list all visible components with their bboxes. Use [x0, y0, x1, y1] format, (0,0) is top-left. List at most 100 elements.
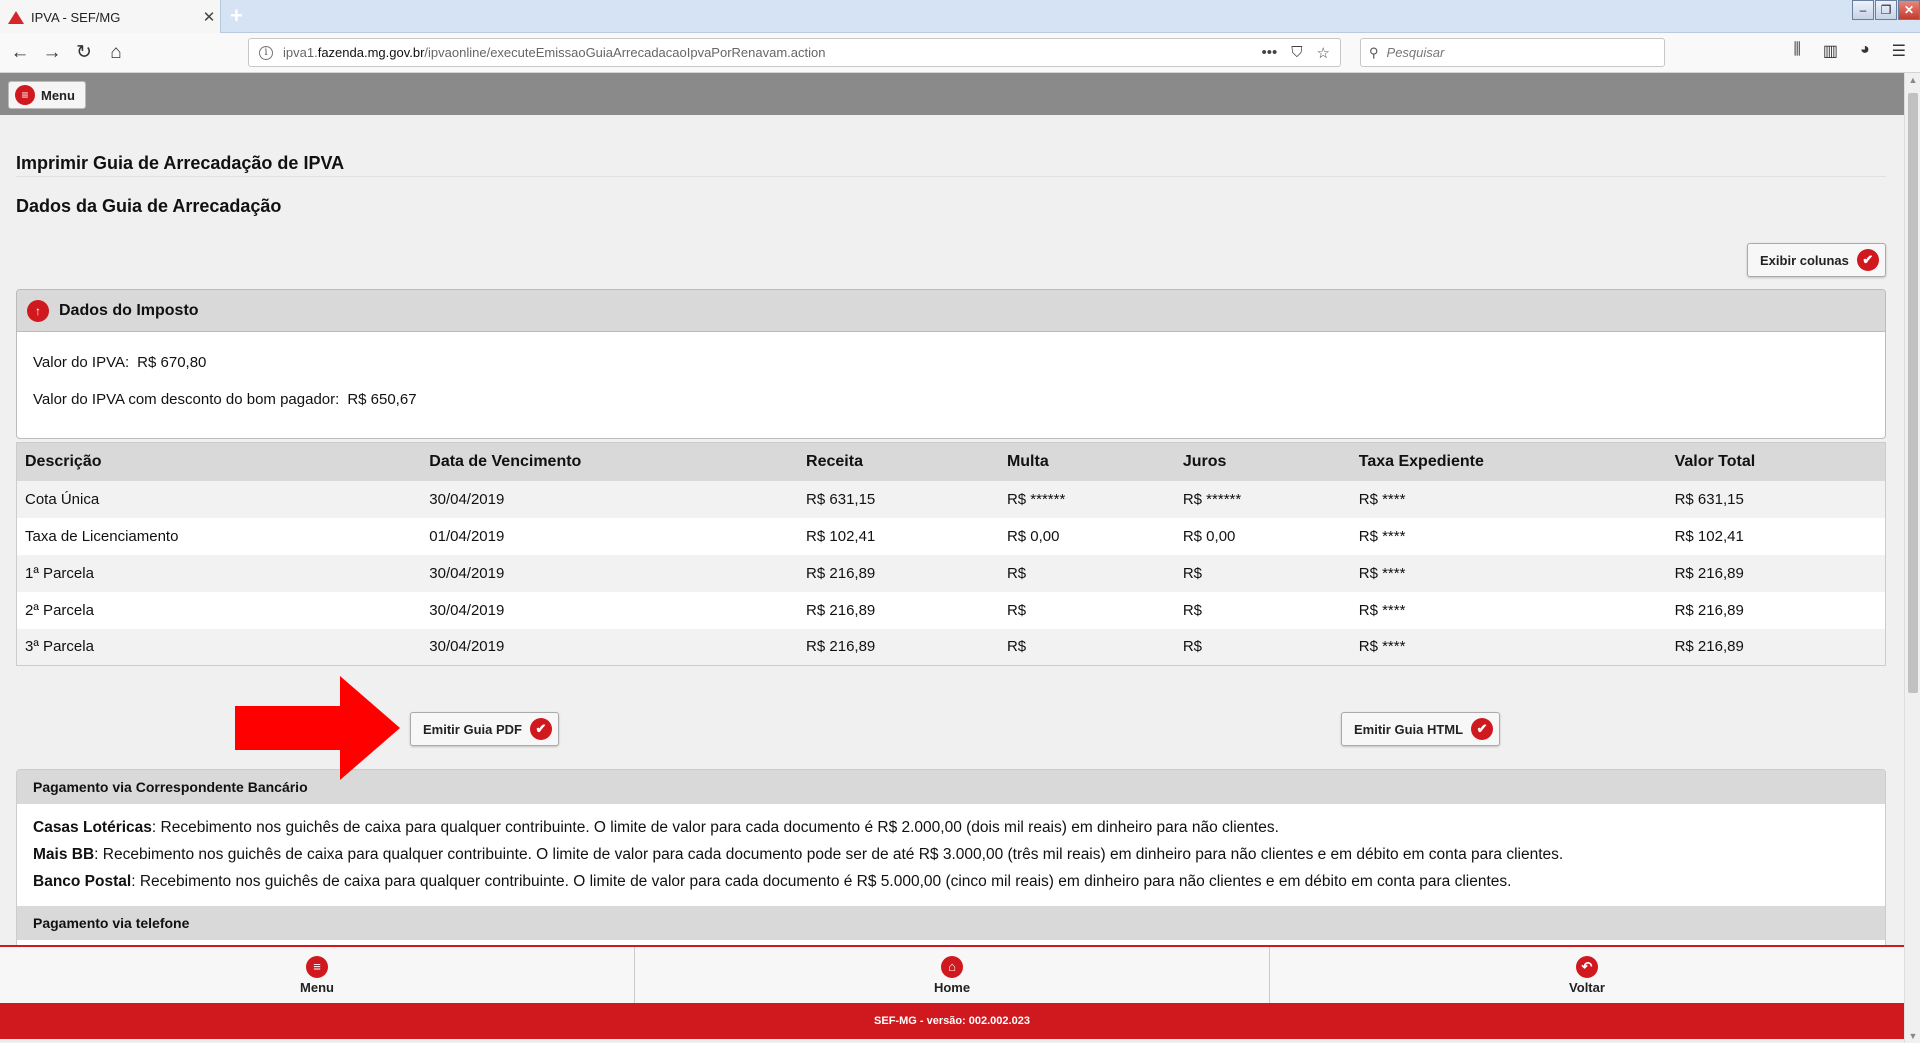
browser-tools: ⫼ ▥ ◕ ☰: [1793, 41, 1906, 61]
emitir-html-label: Emitir Guia HTML: [1354, 721, 1464, 737]
table-row: 1ª Parcela 30/04/2019 R$ 216,89 R$ R$ R$…: [16, 554, 1886, 592]
pagamento-item-name: Banco Postal: [33, 873, 132, 890]
page-scrollbar[interactable]: ▲ ▼: [1904, 73, 1920, 1043]
home-icon[interactable]: ⌂: [104, 41, 128, 65]
exibir-colunas-button[interactable]: Exibir colunas ✔: [1747, 243, 1886, 277]
table-cell: 3ª Parcela: [16, 628, 422, 666]
table-cell: R$ ****: [1350, 517, 1667, 555]
scroll-up-icon[interactable]: ▲: [1905, 75, 1920, 85]
table-row: 2ª Parcela 30/04/2019 R$ 216,89 R$ R$ R$…: [16, 591, 1886, 629]
extension-icon[interactable]: ◕: [1860, 41, 1870, 61]
search-input[interactable]: ⚲ Pesquisar: [1360, 38, 1665, 67]
minimize-icon[interactable]: –: [1852, 0, 1874, 20]
close-tab-icon[interactable]: ✕: [198, 8, 220, 26]
menu-icon: ≡: [306, 955, 328, 978]
search-icon: ⚲: [1369, 44, 1379, 60]
table-cell: R$ 631,15: [798, 480, 999, 518]
bookmark-star-icon[interactable]: ☆: [1317, 44, 1330, 62]
bottom-menu-button[interactable]: ≡ Menu: [0, 947, 635, 1003]
pagamento-item: Mais BB: Recebimento nos guichês de caix…: [33, 841, 1869, 868]
column-header[interactable]: Receita: [798, 442, 999, 481]
bottom-home-label: Home: [933, 979, 971, 995]
library-icon[interactable]: ⫼: [1793, 41, 1800, 61]
table-row: Taxa de Licenciamento 01/04/2019 R$ 102,…: [16, 517, 1886, 555]
restore-icon[interactable]: ❐: [1875, 0, 1897, 20]
app-header: ≡ Menu: [0, 73, 1904, 115]
check-icon: ✔: [1856, 249, 1879, 271]
bottom-home-button[interactable]: ⌂ Home: [635, 947, 1270, 1003]
navigation-toolbar: ← → ↻ ⌂ i ipva1. fazenda.mg.gov.br/ipvaon…: [0, 33, 1920, 73]
pagamento-item: Banco Postal: Recebimento nos guichês de…: [33, 868, 1869, 895]
column-header[interactable]: Taxa Expediente: [1350, 442, 1667, 481]
table-cell: R$: [1174, 591, 1351, 629]
guia-table: Descrição Data de Vencimento Receita Mul…: [16, 442, 1886, 666]
valor-ipva-value: R$ 670,80: [137, 354, 207, 371]
table-cell: R$ 216,89: [1666, 591, 1886, 629]
forward-icon[interactable]: →: [40, 41, 64, 65]
pagamento-item-name: Casas Lotéricas: [33, 819, 152, 836]
pagamento-item-text: : Recebimento nos guichês de caixa para …: [131, 873, 1512, 890]
reload-icon[interactable]: ↻: [72, 41, 96, 65]
url-prefix: ipva1.: [283, 45, 318, 60]
tab-strip: IPVA - SEF/MG ✕ + – ❐ ✕: [0, 0, 1920, 34]
close-window-icon[interactable]: ✕: [1898, 0, 1920, 20]
page-subtitle: Dados da Guia de Arrecadação: [16, 196, 282, 216]
table-cell: R$ 216,89: [798, 591, 999, 629]
table-cell: R$ 102,41: [1666, 517, 1886, 555]
table-cell: R$ 102,41: [798, 517, 999, 555]
scrollbar-thumb[interactable]: [1908, 93, 1918, 693]
collapse-up-icon: ↑: [27, 299, 49, 322]
menu-button[interactable]: ≡ Menu: [8, 81, 86, 109]
table-cell: R$ 0,00: [998, 517, 1175, 555]
table-cell: 30/04/2019: [421, 480, 799, 518]
pagamento-correspondente-body: Casas Lotéricas : Recebimento nos guichês…: [17, 804, 1885, 901]
dados-imposto-panel: ↑ Dados do Imposto Valor do IPVA: R$ 670…: [16, 289, 1886, 439]
footer-version: SEF-MG - versão: 002.002.023: [0, 1003, 1904, 1039]
window-controls: – ❐ ✕: [1851, 0, 1920, 20]
address-bar[interactable]: i ipva1. fazenda.mg.gov.br/ipvaonline/exe…: [248, 38, 1341, 67]
hamburger-menu-icon[interactable]: ☰: [1892, 41, 1906, 61]
table-cell: R$ 631,15: [1666, 480, 1886, 518]
back-icon[interactable]: ←: [8, 41, 32, 65]
valor-desconto-label: Valor do IPVA com desconto do bom pagado…: [33, 391, 340, 408]
table-cell: Taxa de Licenciamento: [16, 517, 422, 555]
sefmg-favicon-icon: [8, 10, 24, 24]
sidebar-icon[interactable]: ▥: [1823, 41, 1838, 61]
back-arrow-icon: ↶: [1576, 955, 1598, 978]
home-icon: ⌂: [941, 955, 963, 978]
menu-button-label: Menu: [41, 87, 75, 103]
title-divider: [16, 176, 1886, 177]
table-cell: R$: [998, 591, 1175, 629]
table-cell: R$: [1174, 554, 1351, 592]
check-icon: ✔: [1471, 718, 1494, 740]
valor-desconto-row: Valor do IPVA com desconto do bom pagado…: [33, 381, 1869, 418]
column-header[interactable]: Juros: [1174, 442, 1351, 481]
emitir-guia-pdf-button[interactable]: Emitir Guia PDF ✔: [410, 712, 559, 746]
pocket-icon[interactable]: ⛉: [1291, 44, 1302, 62]
bottom-voltar-button[interactable]: ↶ Voltar: [1270, 947, 1904, 1003]
column-header[interactable]: Multa: [998, 442, 1175, 481]
table-cell: R$ ******: [1174, 480, 1351, 518]
url-domain: fazenda.mg.gov.br: [317, 45, 425, 60]
table-cell: 30/04/2019: [421, 591, 799, 629]
browser-tab[interactable]: IPVA - SEF/MG ✕: [0, 0, 221, 34]
table-cell: R$ ****: [1350, 554, 1667, 592]
site-info-icon[interactable]: i: [259, 45, 273, 60]
column-header[interactable]: Descrição: [16, 442, 422, 481]
scroll-down-icon[interactable]: ▼: [1905, 1031, 1920, 1041]
column-header[interactable]: Valor Total: [1666, 442, 1886, 481]
dados-imposto-title: Dados do Imposto: [59, 301, 199, 319]
dados-imposto-header[interactable]: ↑ Dados do Imposto: [17, 290, 1885, 332]
valor-desconto-value: R$ 650,67: [347, 391, 417, 408]
new-tab-icon[interactable]: +: [230, 3, 243, 29]
emitir-guia-html-button[interactable]: Emitir Guia HTML ✔: [1341, 712, 1501, 746]
search-placeholder: Pesquisar: [1386, 45, 1445, 60]
table-cell: R$ 0,00: [1174, 517, 1351, 555]
table-cell: 2ª Parcela: [16, 591, 422, 629]
pagamento-item: Casas Lotéricas: Recebimento nos guichês…: [33, 814, 1869, 841]
page-actions-icon[interactable]: •••: [1262, 44, 1278, 62]
column-header[interactable]: Data de Vencimento: [421, 442, 799, 481]
page-content: ≡ Menu Imprimir Guia de Arrecadação de I…: [0, 73, 1904, 1043]
pagamento-item-name: Mais BB: [33, 846, 95, 863]
pagamento-telefone-header[interactable]: Pagamento via telefone: [17, 906, 1885, 940]
